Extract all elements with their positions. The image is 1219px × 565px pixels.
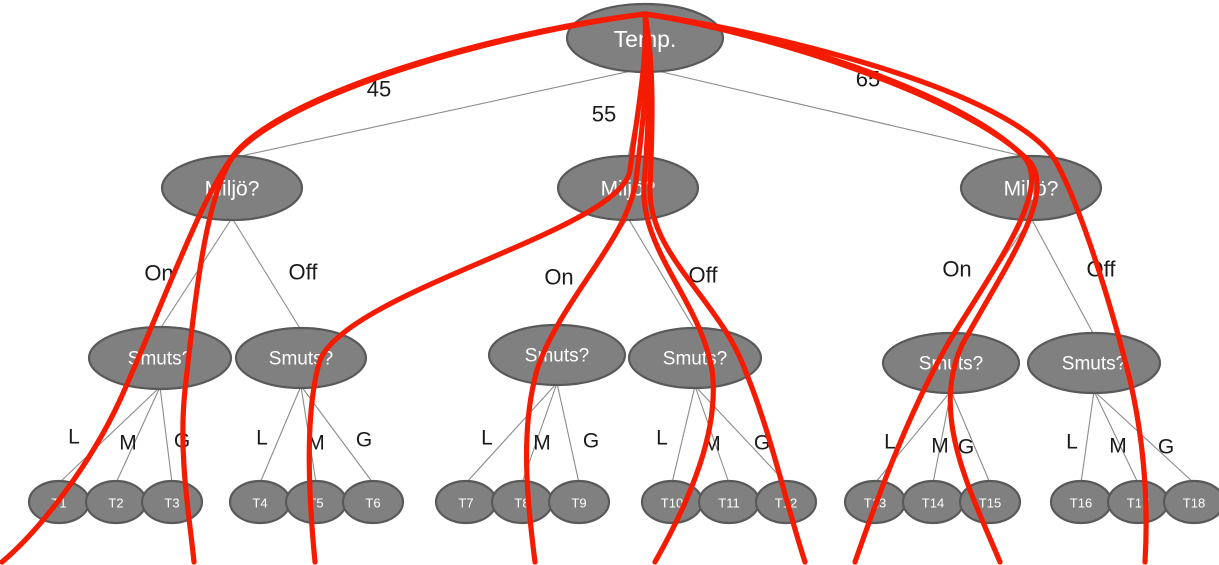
edge-label-temp-55: 55 bbox=[592, 102, 616, 127]
node-smuts-6[interactable]: Smuts? bbox=[1026, 331, 1162, 395]
edge-smuts-6-l bbox=[1080, 390, 1095, 484]
edge-label-smuts-9-g: G bbox=[583, 430, 599, 453]
edge-root-to-miljo-3 bbox=[644, 67, 1032, 159]
edge-label-smuts-8-m: M bbox=[533, 432, 551, 455]
node-smuts-4-label: Smuts? bbox=[663, 349, 727, 370]
edge-label-smuts-18-g: G bbox=[1158, 436, 1174, 459]
edge-label-smuts-14-m: M bbox=[931, 435, 949, 458]
edge-label-miljo-3-on: On bbox=[544, 265, 573, 290]
node-leaf-t17[interactable]: T17 bbox=[1106, 479, 1170, 525]
edge-label-miljo-5-on: On bbox=[942, 257, 971, 282]
node-smuts-2[interactable]: Smuts? bbox=[234, 326, 368, 390]
edge-label-smuts-4-l: L bbox=[256, 427, 268, 450]
node-smuts-6-label: Smuts? bbox=[1062, 354, 1126, 375]
edge-smuts-3-g bbox=[556, 382, 580, 484]
node-leaf-t5[interactable]: T5 bbox=[284, 479, 348, 525]
node-leaf-t18-label: T18 bbox=[1183, 496, 1205, 511]
node-smuts-3[interactable]: Smuts? bbox=[487, 323, 627, 387]
edge-label-miljo-2-off: Off bbox=[289, 260, 319, 285]
node-leaf-t2-label: T2 bbox=[108, 496, 123, 511]
decision-tree-svg: Temp.Miljö? Miljö? Miljö?Smuts? Smuts? Smuts… bbox=[0, 2, 1219, 565]
edge-label-smuts-17-m: M bbox=[1109, 435, 1127, 458]
node-miljo-1[interactable]: Miljö? bbox=[160, 154, 304, 222]
node-leaf-t14[interactable]: T14 bbox=[901, 479, 965, 525]
highlight-paths-layer bbox=[0, 11, 1149, 565]
node-leaf-t3[interactable]: T3 bbox=[140, 479, 204, 525]
node-leaf-t16[interactable]: T16 bbox=[1049, 479, 1113, 525]
node-leaf-t6-label: T6 bbox=[365, 496, 380, 511]
edge-label-smuts-1-l: L bbox=[68, 426, 80, 449]
path-to-T17 bbox=[642, 11, 1149, 565]
node-leaf-t16-label: T16 bbox=[1070, 496, 1092, 511]
node-leaf-t7[interactable]: T7 bbox=[434, 479, 498, 525]
node-leaf-t7-label: T7 bbox=[458, 496, 473, 511]
node-leaf-t2[interactable]: T2 bbox=[84, 479, 148, 525]
node-leaf-t18[interactable]: T18 bbox=[1162, 479, 1219, 525]
path-to-T12 bbox=[642, 11, 808, 565]
tree-nodes-layer: Temp.Miljö? Miljö? Miljö?Smuts? Smuts? Smuts… bbox=[27, 2, 1219, 525]
diagram-canvas: Temp. Miljö? Miljö? Miljö? Smuts? Smuts? Smuts… bbox=[0, 0, 1219, 565]
edge-label-smuts-6-g: G bbox=[356, 429, 372, 452]
node-leaf-t3-label: T3 bbox=[164, 496, 179, 511]
node-smuts-3-label: Smuts? bbox=[525, 346, 589, 367]
node-leaf-t11[interactable]: T11 bbox=[697, 479, 761, 525]
edge-label-smuts-2-m: M bbox=[119, 432, 137, 455]
path-to-T13 bbox=[642, 11, 1035, 565]
edge-label-smuts-13-l: L bbox=[884, 431, 896, 454]
node-leaf-t15-label: T15 bbox=[979, 496, 1001, 511]
edge-label-smuts-16-l: L bbox=[1066, 431, 1078, 454]
node-leaf-t4[interactable]: T4 bbox=[228, 479, 292, 525]
node-leaf-t14-label: T14 bbox=[922, 496, 944, 511]
node-leaf-t9[interactable]: T9 bbox=[547, 479, 611, 525]
edge-label-smuts-7-l: L bbox=[481, 427, 493, 450]
node-leaf-t9-label: T9 bbox=[571, 496, 586, 511]
edge-smuts-4-l bbox=[671, 385, 696, 484]
node-smuts-1[interactable]: Smuts? bbox=[87, 325, 233, 391]
edge-smuts-1-g bbox=[159, 386, 173, 484]
edge-label-smuts-10-l: L bbox=[656, 427, 668, 450]
node-leaf-t11-label: T11 bbox=[718, 496, 739, 511]
path-to-T3 bbox=[180, 11, 648, 565]
node-leaf-t8[interactable]: T8 bbox=[490, 479, 554, 525]
node-leaf-t4-label: T4 bbox=[252, 496, 267, 511]
path-to-T5 bbox=[306, 11, 649, 565]
node-leaf-t6[interactable]: T6 bbox=[341, 479, 405, 525]
path-to-T15 bbox=[642, 11, 1040, 565]
